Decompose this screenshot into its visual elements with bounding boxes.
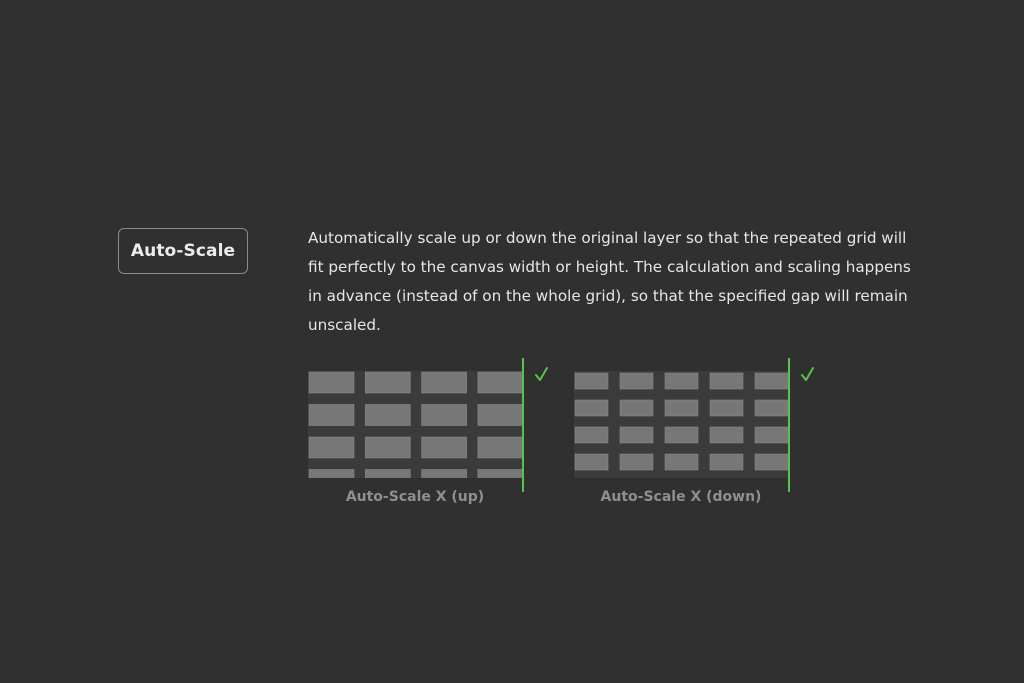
grid-cell — [477, 469, 522, 478]
grid-cell — [574, 372, 609, 390]
grid-cell — [574, 453, 609, 471]
grid-cell — [364, 469, 411, 478]
grid-cell — [754, 453, 788, 471]
grid-cell — [619, 372, 654, 390]
grid-cell — [664, 372, 699, 390]
grid-cell — [421, 371, 467, 394]
grid-cell — [664, 426, 699, 444]
grid-cell — [421, 436, 467, 459]
grid-cell — [709, 399, 744, 417]
grid-cell — [308, 404, 355, 426]
grid-cell — [754, 426, 788, 444]
grid-cell — [308, 371, 355, 394]
check-icon — [801, 367, 814, 381]
grid-diagrams — [308, 358, 814, 492]
grid-cell — [709, 426, 744, 444]
grid-cell — [477, 371, 522, 394]
grid-cell — [364, 371, 411, 394]
grid-example-down — [574, 358, 814, 492]
grid-cell — [421, 469, 467, 478]
grid-cell — [754, 372, 788, 390]
grid-example-up — [308, 358, 548, 492]
grid-cell — [308, 469, 355, 478]
grid-cell — [664, 453, 699, 471]
grid-cell — [754, 399, 788, 417]
grid-cell — [364, 404, 411, 426]
grid-cell — [709, 453, 744, 471]
grid-cell — [619, 426, 654, 444]
grid-cell — [574, 426, 609, 444]
caption-auto-scale-down: Auto-Scale X (down) — [600, 489, 762, 505]
grid-cell — [709, 372, 744, 390]
grid-cell — [364, 436, 411, 459]
grid-cell — [421, 404, 467, 426]
grid-cell — [619, 399, 654, 417]
caption-auto-scale-up: Auto-Scale X (up) — [345, 489, 485, 505]
check-icon — [535, 367, 548, 381]
grid-cell — [619, 453, 654, 471]
grid-cell — [308, 436, 355, 459]
grid-cell — [477, 404, 522, 426]
grid-cell — [664, 399, 699, 417]
grid-cell — [574, 399, 609, 417]
grid-cell — [477, 436, 522, 459]
